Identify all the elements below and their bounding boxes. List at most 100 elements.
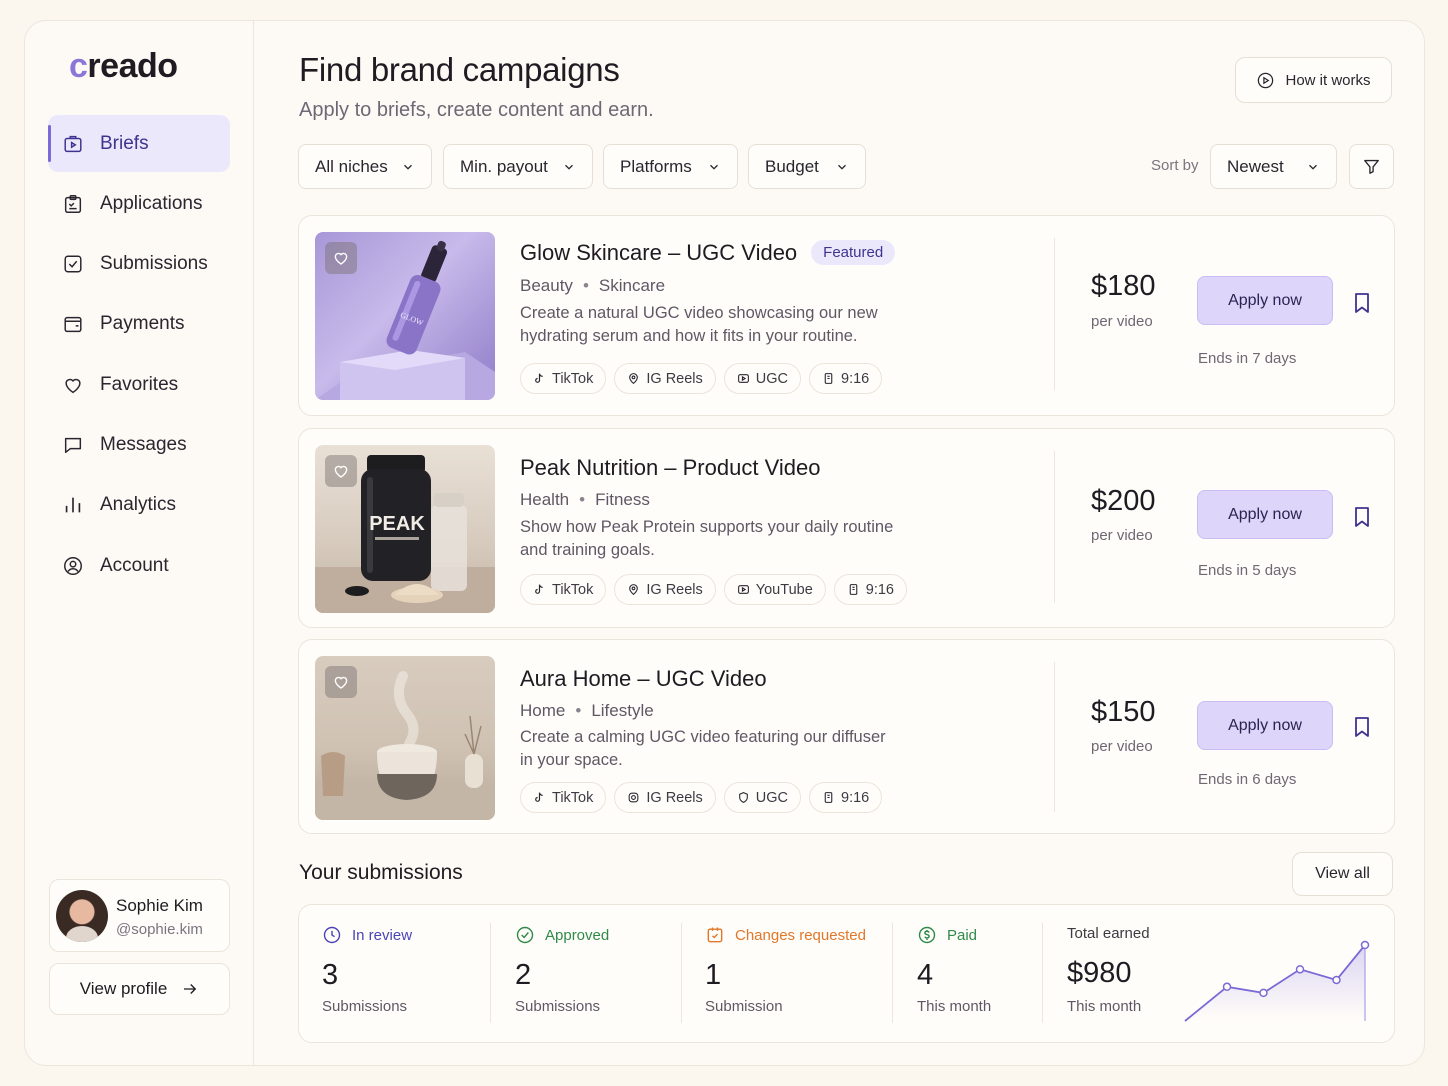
sort-select[interactable]: Newest [1210, 144, 1337, 189]
avatar [56, 890, 108, 942]
sparkline-point [1222, 982, 1232, 992]
campaign-title[interactable]: Glow Skincare – UGC Video Featured [520, 240, 896, 266]
stat-divider [1042, 923, 1043, 1023]
phone-icon [849, 584, 858, 595]
user-handle: @sophie.kim [116, 921, 203, 938]
tag-tiktok: TikTok [520, 574, 607, 605]
stat-label-text: Total earned [1067, 925, 1150, 942]
tag-label: YouTube [755, 581, 813, 598]
favorite-button[interactable] [325, 242, 357, 274]
check-circle-icon [516, 926, 534, 944]
price-unit: per video [1091, 313, 1153, 330]
category-label: Health [520, 490, 570, 509]
platforms-filter[interactable]: Platforms [603, 144, 738, 189]
filter-button[interactable] [1349, 144, 1394, 189]
product-image-serum: GLOW [315, 232, 495, 400]
price-unit: per video [1091, 527, 1153, 544]
sidebar-item-applications[interactable]: Applications [48, 175, 230, 232]
user-circle-icon [64, 556, 82, 575]
tag-label: IG Reels [646, 789, 703, 806]
campaign-card-aura[interactable]: Aura Home – UGC Video Home • Lifestyle Cre… [298, 639, 1395, 834]
clock-icon [323, 926, 341, 944]
tag-label: IG Reels [646, 581, 703, 598]
view-profile-label: View profile [79, 979, 168, 998]
tag-youtube: YouTube [723, 574, 826, 605]
card-divider [1054, 238, 1055, 390]
campaign-card-glow[interactable]: GLOW Glow Skincare – UGC Video Featured B… [298, 215, 1395, 416]
submissions-summary: In review 3 Submissions Approved 2 Submi… [298, 904, 1395, 1043]
logo[interactable]: creado [69, 47, 178, 86]
stat-value: 1 [705, 959, 722, 991]
budget-filter-value: Budget [765, 156, 819, 176]
sparkline-point [1259, 988, 1268, 998]
video-icon [737, 374, 749, 383]
bookmark-icon[interactable] [1353, 292, 1371, 314]
tag-label: TikTok [552, 789, 594, 806]
niche-filter-value: All niches [315, 156, 388, 176]
apply-button[interactable]: Apply now [1197, 701, 1333, 750]
view-profile-button[interactable]: View profile [49, 963, 230, 1015]
sidebar-item-analytics[interactable]: Analytics [48, 477, 230, 534]
stat-caption: This month [917, 998, 992, 1015]
sidebar-item-favorites[interactable]: Favorites [48, 356, 230, 413]
category-label: Beauty [520, 276, 573, 295]
sidebar-item-briefs[interactable]: Briefs [48, 115, 230, 172]
stat-label: Paid [917, 925, 977, 945]
shield-icon [738, 792, 748, 803]
submissions-title: Your submissions [299, 861, 463, 884]
sidebar-item-messages[interactable]: Messages [48, 416, 230, 473]
stat-label-text: In review [352, 926, 413, 944]
sidebar-item-label: Applications [100, 192, 203, 214]
stat-value: 4 [917, 959, 934, 991]
tiktok-icon [535, 584, 543, 594]
card-divider [1054, 662, 1055, 812]
user-card[interactable]: Sophie Kim @sophie.kim [49, 879, 230, 952]
how-it-works-button[interactable]: How it works [1235, 57, 1392, 103]
sidebar-item-label: Messages [100, 433, 187, 455]
tag-label: TikTok [552, 370, 594, 387]
sidebar-item-label: Analytics [100, 494, 177, 516]
apply-button[interactable]: Apply now [1197, 490, 1333, 539]
sidebar-item-label: Briefs [100, 132, 149, 154]
bookmark-icon[interactable] [1353, 716, 1371, 738]
view-all-button[interactable]: View all [1292, 852, 1393, 896]
sidebar: creado Briefs Applications Submissions P… [25, 21, 254, 1065]
check-square-icon [64, 255, 82, 273]
tag-ig-reels: IG Reels [614, 782, 716, 813]
stat-label: Changes requested [705, 925, 866, 945]
favorite-button[interactable] [325, 666, 357, 698]
bookmark-icon[interactable] [1353, 506, 1371, 528]
campaign-title[interactable]: Peak Nutrition – Product Video [520, 455, 820, 481]
sidebar-item-submissions[interactable]: Submissions [48, 236, 230, 293]
heart-icon [334, 252, 348, 265]
subcategory-label: Fitness [595, 490, 650, 509]
stat-label-text: Approved [545, 926, 610, 944]
sidebar-item-payments[interactable]: Payments [48, 296, 230, 353]
bar-chart-icon [65, 497, 81, 513]
stat-label: Approved [515, 925, 609, 945]
chevron-down-icon [710, 164, 718, 170]
stat-caption: Submissions [515, 998, 601, 1015]
heart-icon [334, 465, 348, 478]
stat-caption: Submission [705, 998, 783, 1015]
niche-filter[interactable]: All niches [298, 144, 432, 189]
tag-ugc: UGC [723, 782, 802, 813]
tag-ig-reels: IG Reels [614, 363, 716, 394]
apply-button[interactable]: Apply now [1197, 276, 1333, 325]
tag-label: 9:16 [841, 789, 870, 806]
budget-filter[interactable]: Budget [748, 144, 866, 189]
campaign-price: $200 [1091, 485, 1156, 517]
sidebar-item-account[interactable]: Account [48, 537, 230, 594]
campaign-price: $150 [1091, 696, 1156, 728]
payout-filter[interactable]: Min. payout [443, 144, 593, 189]
briefs-icon [64, 135, 82, 152]
favorite-button[interactable] [325, 455, 357, 487]
campaign-card-peak[interactable]: PEAK Peak Nutrition – Product Video Heal… [298, 428, 1395, 628]
sidebar-item-label: Account [100, 554, 169, 576]
tag-aspect-ratio: 9:16 [833, 574, 907, 605]
campaign-title[interactable]: Aura Home – UGC Video [520, 666, 767, 692]
sidebar-item-label: Submissions [100, 253, 208, 275]
sidebar-item-label: Favorites [100, 373, 179, 395]
deadline-text: Ends in 7 days [1198, 350, 1297, 367]
app-window: creado Briefs Applications Submissions P… [24, 20, 1425, 1066]
